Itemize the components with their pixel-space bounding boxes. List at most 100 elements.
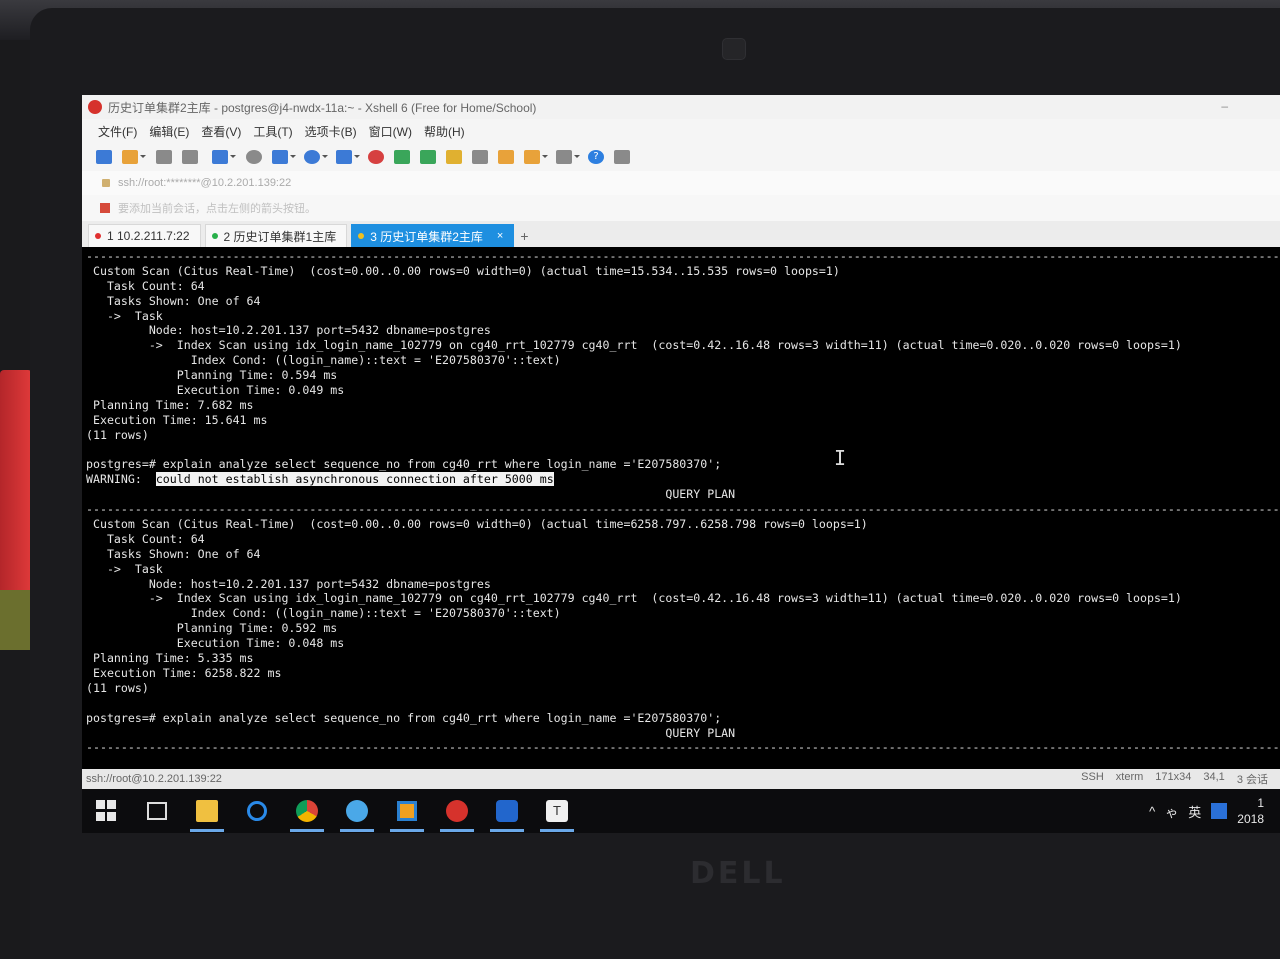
new-session-icon[interactable] (96, 150, 112, 164)
wps-icon (496, 800, 518, 822)
terminal-line: QUERY PLAN (86, 725, 736, 740)
taskbar-browser[interactable] (340, 796, 374, 832)
terminal-line: Planning Time: 0.592 ms (86, 621, 338, 636)
menu-bar: 文件(F) 编辑(E) 查看(V) 工具(T) 选项卡(B) 窗口(W) 帮助(… (82, 119, 1280, 143)
taskbar-file-explorer[interactable] (190, 796, 224, 832)
tab-label: 3 历史订单集群2主库 (370, 229, 483, 244)
fullscreen-icon[interactable] (420, 150, 436, 164)
clock[interactable]: 1 2018 (1237, 795, 1274, 827)
background-object (0, 370, 32, 600)
background-object-2 (0, 590, 30, 650)
text-cursor-icon: I (834, 446, 847, 470)
menu-file[interactable]: 文件(F) (98, 123, 137, 140)
taskbar-chrome[interactable] (290, 796, 324, 832)
layout-icon[interactable] (556, 150, 580, 164)
dell-logo: DELL (690, 856, 786, 891)
terminal-line: ----------------------------------------… (86, 502, 1280, 517)
menu-edit[interactable]: 编辑(E) (149, 123, 189, 140)
xshell-icon (446, 800, 468, 822)
task-view-button[interactable] (140, 796, 174, 826)
terminal-line: Execution Time: 0.049 ms (86, 383, 345, 398)
windows-logo-icon (96, 800, 118, 822)
chat-icon[interactable] (614, 150, 630, 164)
taskbar-xshell[interactable] (440, 796, 474, 832)
script-icon[interactable] (524, 150, 548, 164)
terminal-line: -> Task (86, 308, 163, 323)
warning-label: WARNING: (86, 472, 156, 487)
window-title: 历史订单集群2主库 - postgres@j4-nwdx-11a:~ - Xsh… (108, 100, 537, 115)
copy-icon[interactable] (272, 150, 296, 164)
terminal-line: -> Index Scan using idx_login_name_10277… (86, 338, 1182, 353)
menu-help[interactable]: 帮助(H) (424, 123, 465, 140)
bookmark-icon[interactable] (100, 203, 110, 213)
tray-volume-icon[interactable]: ゃ (1165, 802, 1178, 821)
taskbar-wps[interactable] (490, 796, 524, 832)
tab-session-1[interactable]: 1 10.2.211.7:22 (88, 224, 201, 247)
clock-time: 1 (1257, 796, 1264, 810)
add-tab-button[interactable]: + (520, 228, 528, 244)
terminal-line: Execution Time: 15.641 ms (86, 412, 268, 427)
terminal-line: postgres=# explain analyze select sequen… (86, 457, 722, 472)
browser-icon (346, 800, 368, 822)
menu-tabs[interactable]: 选项卡(B) (305, 123, 357, 140)
help-icon[interactable]: ? (588, 150, 604, 164)
terminal-line: ----------------------------------------… (86, 249, 1280, 263)
screen: 历史订单集群2主库 - postgres@j4-nwdx-11a:~ - Xsh… (82, 95, 1280, 833)
tray-chevron-icon[interactable]: ^ (1149, 804, 1155, 819)
terminal-line: Index Cond: ((login_name)::text = 'E2075… (86, 353, 561, 368)
terminal-line: Custom Scan (Citus Real-Time) (cost=0.00… (86, 517, 868, 532)
clock-date: 2018 (1237, 812, 1264, 826)
search-icon[interactable] (246, 150, 262, 164)
taskbar-ie[interactable] (240, 796, 274, 826)
status-dot-icon (211, 233, 218, 239)
terminal-line: Planning Time: 5.335 ms (86, 651, 254, 666)
internet-explorer-icon (247, 801, 267, 821)
terminal-line: Task Count: 64 (86, 278, 205, 293)
terminal-line: Node: host=10.2.201.137 port=5432 dbname… (86, 323, 491, 338)
status-protocol: SSH (1081, 771, 1104, 783)
keyboard-icon[interactable] (472, 150, 488, 164)
status-dot-icon (95, 233, 101, 239)
ime-app-icon[interactable] (1211, 803, 1228, 819)
ime-indicator[interactable]: 英 (1188, 802, 1201, 821)
disconnect-icon[interactable] (182, 150, 198, 164)
terminal-line: (11 rows) (86, 680, 149, 695)
globe-icon[interactable] (304, 150, 328, 164)
pen-icon[interactable] (498, 150, 514, 164)
terminal-line: Task Count: 64 (86, 531, 205, 546)
xshell-icon[interactable] (368, 150, 384, 164)
text-app-icon: T (546, 800, 568, 822)
terminal-line: Tasks Shown: One of 64 (86, 293, 261, 308)
close-tab-icon[interactable]: × (497, 230, 503, 242)
start-button[interactable] (90, 796, 124, 826)
taskbar-app[interactable] (390, 796, 424, 832)
minimize-button[interactable]: – (1221, 99, 1228, 113)
reconnect-icon[interactable] (156, 150, 172, 164)
address-bar[interactable]: ssh://root:********@10.2.201.139:22 (82, 171, 1280, 195)
terminal-line: Custom Scan (Citus Real-Time) (cost=0.00… (86, 263, 840, 278)
tab-session-2[interactable]: 2 历史订单集群1主库 (204, 224, 348, 247)
session-hint-bar: 要添加当前会话，点击左侧的箭头按钮。 (82, 195, 1280, 221)
terminal-line: Index Cond: ((login_name)::text = 'E2075… (86, 606, 561, 621)
font-icon[interactable] (336, 150, 360, 164)
menu-view[interactable]: 查看(V) (201, 123, 241, 140)
tab-session-3[interactable]: 3 历史订单集群2主库 × (351, 224, 515, 247)
session-tab-bar: 1 10.2.211.7:22 2 历史订单集群1主库 3 历史订单集群2主库 … (82, 221, 1280, 247)
padlock-icon (102, 179, 110, 187)
lock-icon[interactable] (446, 150, 462, 164)
menu-tools[interactable]: 工具(T) (253, 123, 292, 140)
properties-icon[interactable] (212, 150, 236, 164)
taskbar-text-app[interactable]: T (540, 796, 574, 832)
terminal-line: (11 rows) (86, 427, 149, 442)
terminal-line: -> Index Scan using idx_login_name_10277… (86, 591, 1182, 606)
address-text: ssh://root:********@10.2.201.139:22 (118, 177, 292, 189)
menu-window[interactable]: 窗口(W) (369, 123, 412, 140)
terminal-line: ----------------------------------------… (86, 740, 1280, 755)
status-cursor-pos: 34,1 (1203, 771, 1225, 783)
status-term: xterm (1115, 771, 1144, 783)
terminal[interactable]: ----------------------------------------… (82, 247, 1280, 767)
open-folder-icon[interactable] (122, 150, 146, 164)
status-dot-icon (358, 233, 365, 239)
xftp-icon[interactable] (394, 150, 410, 164)
